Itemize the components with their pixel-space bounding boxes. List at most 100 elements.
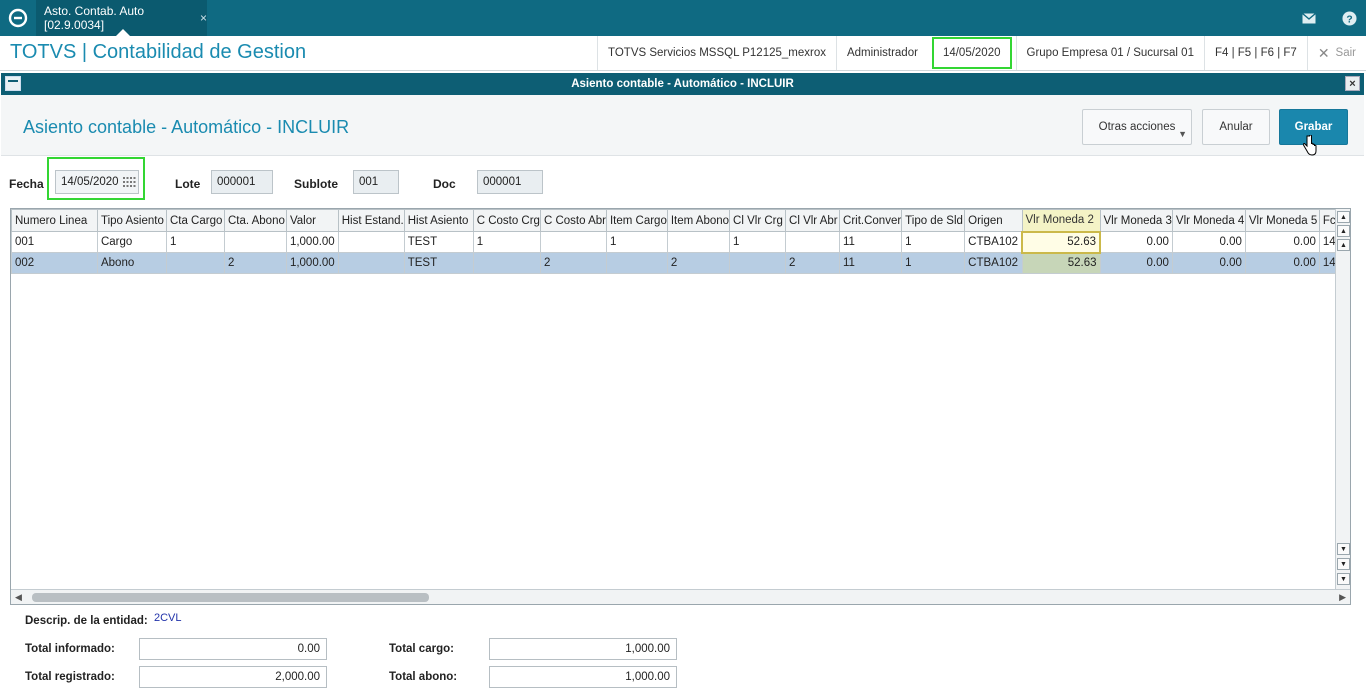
grid-cell[interactable]: 2 — [223, 252, 287, 274]
column-header[interactable]: Tipo Asiento — [96, 209, 167, 232]
grid-cell[interactable] — [223, 231, 287, 253]
grid-cell[interactable]: 2 — [785, 252, 841, 274]
grid-cell[interactable]: TEST — [403, 231, 474, 253]
scroll-down-icon[interactable]: ▼ — [1337, 543, 1350, 555]
environment-info[interactable]: TOTVS Servicios MSSQL P12125_mexrox — [597, 36, 836, 70]
total-registrado-field[interactable]: 2,000.00 — [139, 666, 327, 688]
column-header[interactable]: Hist Estand. — [337, 209, 405, 232]
grid-cell[interactable]: 0.00 — [1099, 231, 1173, 253]
column-header[interactable]: Vlr Moneda 3 — [1099, 209, 1173, 232]
column-header[interactable]: Cl Vlr Abr — [785, 209, 841, 232]
grid-cell[interactable]: 2 — [666, 252, 731, 274]
grid-cell[interactable] — [337, 252, 405, 274]
grid-cell[interactable]: 0.00 — [1244, 252, 1320, 274]
scroll-up-icon[interactable]: ▲ — [1337, 239, 1350, 251]
modal-title: Asiento contable - Automático - INCLUIR — [571, 78, 794, 90]
grid-cell[interactable]: 1 — [165, 231, 225, 253]
other-actions-button[interactable]: Otras acciones ▼ — [1082, 109, 1192, 145]
scroll-right-icon[interactable]: ▶ — [1339, 592, 1346, 603]
column-header-active[interactable]: Vlr Moneda 2 — [1021, 209, 1101, 232]
horizontal-scrollbar[interactable]: ◀ ▶ — [11, 589, 1350, 604]
grid-cell[interactable]: 002 — [11, 252, 98, 274]
grid-cell[interactable] — [165, 252, 225, 274]
question-icon[interactable]: ? — [1332, 0, 1366, 36]
column-header[interactable]: Hist Asiento — [403, 209, 474, 232]
grid-cell[interactable] — [605, 252, 668, 274]
column-header[interactable]: Item Cargo — [605, 209, 668, 232]
grid-cell[interactable]: 001 — [11, 231, 98, 253]
grid-cell[interactable]: 11 — [839, 252, 903, 274]
grid-cell[interactable]: 1 — [472, 231, 541, 253]
column-header[interactable]: Vlr Moneda 5 — [1244, 209, 1320, 232]
user-info[interactable]: Administrador — [835, 36, 928, 70]
grid-cell[interactable]: TEST — [403, 252, 474, 274]
column-header[interactable]: Tipo de Sld — [901, 209, 966, 232]
grid-cell-focused[interactable]: 52.63 — [1021, 230, 1101, 254]
vertical-scrollbar[interactable]: ▲ ▲ ▲ ▼ ▼ ▼ — [1335, 209, 1350, 590]
table-row[interactable]: 001 Cargo 1 1,000.00 TEST 1 1 1 11 1 CTB… — [11, 230, 1350, 254]
doc-input[interactable]: 000001 — [477, 170, 543, 194]
column-header[interactable]: Numero Linea — [11, 209, 98, 232]
tab-close-icon[interactable]: × — [200, 11, 207, 25]
sublote-label: Sublote — [294, 177, 338, 191]
grid-cell[interactable]: 0.00 — [1171, 252, 1246, 274]
column-header[interactable]: Valor — [285, 209, 339, 232]
fecha-highlight: 14/05/2020 — [47, 157, 145, 200]
grid-header-row: Numero Linea Tipo Asiento Cta Cargo Cta.… — [11, 209, 1350, 232]
total-abono-field[interactable]: 1,000.00 — [489, 666, 677, 688]
scroll-bottom-icon[interactable]: ▼ — [1337, 573, 1350, 585]
column-header[interactable]: Item Abono — [666, 209, 731, 232]
column-header[interactable]: Vlr Moneda 4 — [1171, 209, 1246, 232]
horizontal-scroll-thumb[interactable] — [32, 593, 429, 602]
column-header[interactable]: C Costo Crg — [472, 209, 541, 232]
grid-cell[interactable]: CTBA102 — [964, 231, 1023, 253]
column-header[interactable]: Cta. Abono — [223, 209, 287, 232]
entries-grid[interactable]: Numero Linea Tipo Asiento Cta Cargo Cta.… — [10, 208, 1351, 605]
scroll-top-icon[interactable]: ▲ — [1337, 211, 1350, 223]
grid-cell[interactable]: 1,000.00 — [285, 231, 339, 253]
grid-cell[interactable]: 0.00 — [1171, 231, 1246, 253]
grid-cell[interactable] — [337, 231, 405, 253]
column-header[interactable]: Crit.Conver — [839, 209, 903, 232]
sublote-input[interactable]: 001 — [353, 170, 399, 194]
grid-cell[interactable]: Abono — [96, 252, 167, 274]
lote-input[interactable]: 000001 — [211, 170, 273, 194]
grid-cell[interactable]: 2 — [539, 252, 607, 274]
grid-cell[interactable]: 1 — [729, 231, 787, 253]
column-header[interactable]: C Costo Abr — [539, 209, 607, 232]
calendar-icon[interactable] — [122, 176, 137, 188]
column-header[interactable]: Origen — [964, 209, 1023, 232]
total-informado-field[interactable]: 0.00 — [139, 638, 327, 660]
column-header[interactable]: Cta Cargo — [165, 209, 225, 232]
scroll-left-icon[interactable]: ◀ — [15, 592, 22, 603]
grid-cell[interactable]: CTBA102 — [964, 252, 1023, 274]
table-row-selected[interactable]: 002 Abono 2 1,000.00 TEST 2 2 2 11 1 CTB… — [11, 252, 1350, 274]
grid-cell[interactable] — [666, 231, 731, 253]
shortcut-keys[interactable]: F4 | F5 | F6 | F7 — [1203, 36, 1307, 70]
grid-cell[interactable]: 1 — [605, 231, 668, 253]
grid-cell[interactable]: Cargo — [96, 231, 167, 253]
scroll-page-up-icon[interactable]: ▲ — [1337, 225, 1350, 237]
grid-cell[interactable]: 52.63 — [1021, 252, 1101, 274]
column-header[interactable]: Cl Vlr Crg — [729, 209, 787, 232]
grid-cell[interactable] — [785, 231, 841, 253]
company-info[interactable]: Grupo Empresa 01 / Sucursal 01 — [1015, 36, 1204, 70]
grid-cell[interactable]: 1,000.00 — [285, 252, 339, 274]
cancel-button[interactable]: Anular — [1202, 109, 1270, 145]
grid-cell[interactable]: 0.00 — [1099, 252, 1173, 274]
grid-cell[interactable] — [729, 252, 787, 274]
grid-cell[interactable]: 11 — [839, 231, 903, 253]
totvs-logo-icon[interactable] — [0, 0, 36, 36]
scroll-page-down-icon[interactable]: ▼ — [1337, 558, 1350, 570]
grid-cell[interactable]: 1 — [901, 252, 966, 274]
window-icon — [5, 76, 21, 91]
grid-cell[interactable]: 0.00 — [1244, 231, 1320, 253]
grid-cell[interactable] — [472, 252, 541, 274]
system-date[interactable]: 14/05/2020 — [931, 37, 1012, 69]
total-cargo-field[interactable]: 1,000.00 — [489, 638, 677, 660]
modal-close-button[interactable]: × — [1345, 76, 1360, 91]
grid-cell[interactable] — [539, 231, 607, 253]
exit-button[interactable]: ✕ Sair — [1306, 36, 1366, 70]
grid-cell[interactable]: 1 — [901, 231, 966, 253]
envelope-icon[interactable] — [1292, 0, 1326, 36]
